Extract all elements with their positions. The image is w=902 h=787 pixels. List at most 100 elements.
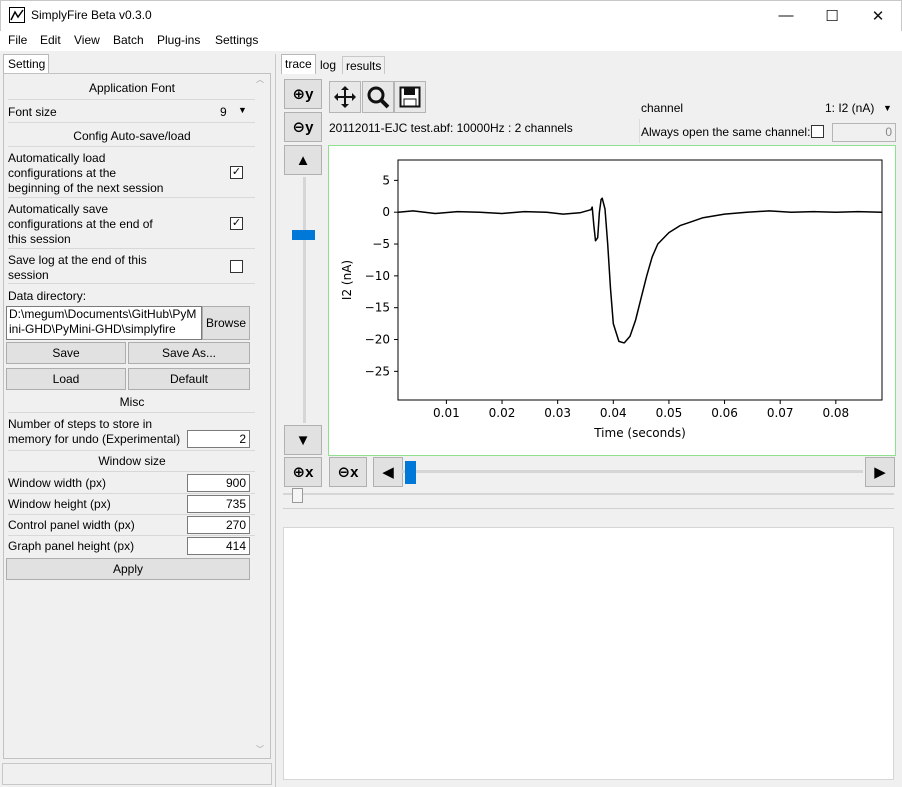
save-figure-button[interactable] — [394, 81, 426, 113]
trace-plot-frame[interactable]: 0.01 0.02 0.03 0.04 0.05 0.06 0.07 0.08 5 0 −5 −10 −… — [328, 145, 896, 456]
zoom-in-x-button[interactable]: ⊕x — [284, 457, 322, 487]
y-tick-label: −5 — [372, 237, 390, 251]
x-tick-label: 0.03 — [544, 406, 571, 420]
undo-steps-input[interactable]: 2 — [187, 430, 250, 448]
arrow-down-icon: ▼ — [295, 431, 311, 449]
zoom-in-y-icon: ⊕y — [292, 86, 314, 103]
divider — [8, 99, 255, 100]
scroll-right-button[interactable]: ▶ — [865, 457, 895, 487]
always-open-checkbox[interactable] — [811, 125, 824, 138]
x-axis-label: Time (seconds) — [593, 426, 686, 440]
maximize-button[interactable]: ☐ — [809, 1, 855, 30]
zoom-out-y-button[interactable]: ⊖y — [284, 112, 322, 142]
data-directory-field[interactable]: D:\megum\Documents\GitHub\PyM ini-GHD\Py… — [6, 306, 202, 340]
zoom-out-x-icon: ⊖x — [337, 464, 359, 481]
save-log-label: Save log at the end of this session — [8, 253, 147, 282]
tab-results[interactable]: results — [342, 56, 386, 74]
font-size-value[interactable]: 9 — [220, 105, 227, 119]
menu-view[interactable]: View — [74, 33, 100, 47]
chevron-up-icon[interactable]: ︿ — [256, 74, 264, 85]
scroll-up-button[interactable]: ▲ — [284, 145, 322, 175]
arrow-right-icon: ▶ — [874, 464, 886, 481]
floppy-disk-icon — [399, 86, 421, 108]
control-panel-width-label: Control panel width (px) — [8, 518, 135, 532]
arrow-up-icon: ▲ — [295, 151, 311, 169]
section-misc: Misc — [119, 395, 145, 409]
menu-settings[interactable]: Settings — [215, 33, 258, 47]
menu-edit[interactable]: Edit — [40, 33, 61, 47]
horizontal-scroll-thumb[interactable] — [405, 461, 416, 484]
tab-setting[interactable]: Setting — [3, 54, 49, 74]
horizontal-scroll-track[interactable] — [401, 470, 863, 473]
window-width-input[interactable]: 900 — [187, 474, 250, 492]
browse-button[interactable]: Browse — [202, 306, 250, 340]
menu-bar: File Edit View Batch Plug-ins Settings — [0, 31, 902, 51]
tab-trace[interactable]: trace — [281, 54, 316, 74]
move-icon — [334, 86, 356, 108]
auto-load-label: Automatically load configurations at the… — [8, 151, 164, 195]
settings-scrollbar[interactable]: ︿ ﹀ — [253, 74, 269, 759]
y-tick-label: −20 — [365, 333, 390, 347]
save-log-checkbox[interactable] — [230, 260, 243, 273]
save-as-button[interactable]: Save As... — [128, 342, 250, 364]
zoom-button[interactable] — [362, 81, 394, 113]
section-window-size: Window size — [98, 454, 166, 468]
file-info-label: 20112011-EJC test.abf: 10000Hz : 2 chann… — [329, 121, 573, 135]
scroll-left-button[interactable]: ◀ — [373, 457, 403, 487]
x-tick-label: 0.04 — [600, 406, 627, 420]
auto-save-label: Automatically save configurations at the… — [8, 202, 153, 246]
channel-select[interactable]: 1: I2 (nA) — [825, 101, 874, 115]
y-tick-label: −15 — [365, 301, 390, 315]
divider — [8, 283, 255, 284]
section-config-autosave: Config Auto-save/load — [73, 129, 191, 143]
vertical-scroll-thumb[interactable] — [292, 230, 315, 240]
panel-resize-handle[interactable] — [292, 488, 303, 503]
window-height-input[interactable]: 735 — [187, 495, 250, 513]
menu-batch[interactable]: Batch — [113, 33, 144, 47]
menu-file[interactable]: File — [8, 33, 27, 47]
control-panel-width-input[interactable]: 270 — [187, 516, 250, 534]
zoom-out-y-icon: ⊖y — [292, 119, 314, 136]
app-logo-icon — [9, 7, 25, 23]
chevron-down-icon[interactable]: ▼ — [238, 105, 247, 115]
graph-panel-height-input[interactable]: 414 — [187, 537, 250, 555]
tab-log[interactable]: log — [317, 56, 339, 74]
channel-index-input[interactable]: 0 — [832, 123, 896, 142]
load-button[interactable]: Load — [6, 368, 126, 390]
vertical-scroll-track[interactable] — [303, 177, 306, 423]
divider — [8, 248, 255, 249]
y-axis-label: I2 (nA) — [340, 260, 354, 300]
trace-chart[interactable]: 0.01 0.02 0.03 0.04 0.05 0.06 0.07 0.08 5 0 −5 −10 −… — [329, 146, 895, 455]
default-button[interactable]: Default — [128, 368, 250, 390]
minimize-button[interactable]: — — [763, 1, 809, 30]
axes-box — [397, 159, 883, 401]
divider — [8, 122, 255, 123]
save-button[interactable]: Save — [6, 342, 126, 364]
pan-button[interactable] — [329, 81, 361, 113]
always-open-label: Always open the same channel: — [641, 125, 811, 139]
zoom-in-y-button[interactable]: ⊕y — [284, 79, 322, 109]
chevron-down-icon[interactable]: ﹀ — [256, 744, 264, 755]
x-tick-label: 0.06 — [711, 406, 738, 420]
results-area — [283, 527, 894, 780]
status-bar — [2, 763, 272, 785]
zoom-in-x-icon: ⊕x — [292, 464, 314, 481]
panel-resize-track[interactable] — [283, 493, 894, 495]
auto-load-checkbox[interactable]: ✓ — [230, 166, 243, 179]
undo-steps-label: Number of steps to store in memory for u… — [8, 417, 181, 446]
y-tick-label: 5 — [382, 173, 390, 187]
auto-save-checkbox[interactable]: ✓ — [230, 217, 243, 230]
close-button[interactable]: ✕ — [855, 1, 901, 30]
divider — [639, 119, 640, 143]
window-title: SimplyFire Beta v0.3.0 — [31, 8, 152, 22]
x-tick-label: 0.08 — [822, 406, 849, 420]
panel-splitter[interactable] — [275, 54, 276, 787]
chevron-down-icon[interactable]: ▼ — [883, 103, 892, 113]
graph-panel-height-label: Graph panel height (px) — [8, 539, 135, 553]
divider — [8, 514, 255, 515]
apply-button[interactable]: Apply — [6, 558, 250, 580]
zoom-out-x-button[interactable]: ⊖x — [329, 457, 367, 487]
settings-panel: Application Font Font size 9 ▼ Config Au… — [3, 73, 271, 759]
menu-plugins[interactable]: Plug-ins — [157, 33, 200, 47]
scroll-down-button[interactable]: ▼ — [284, 425, 322, 455]
